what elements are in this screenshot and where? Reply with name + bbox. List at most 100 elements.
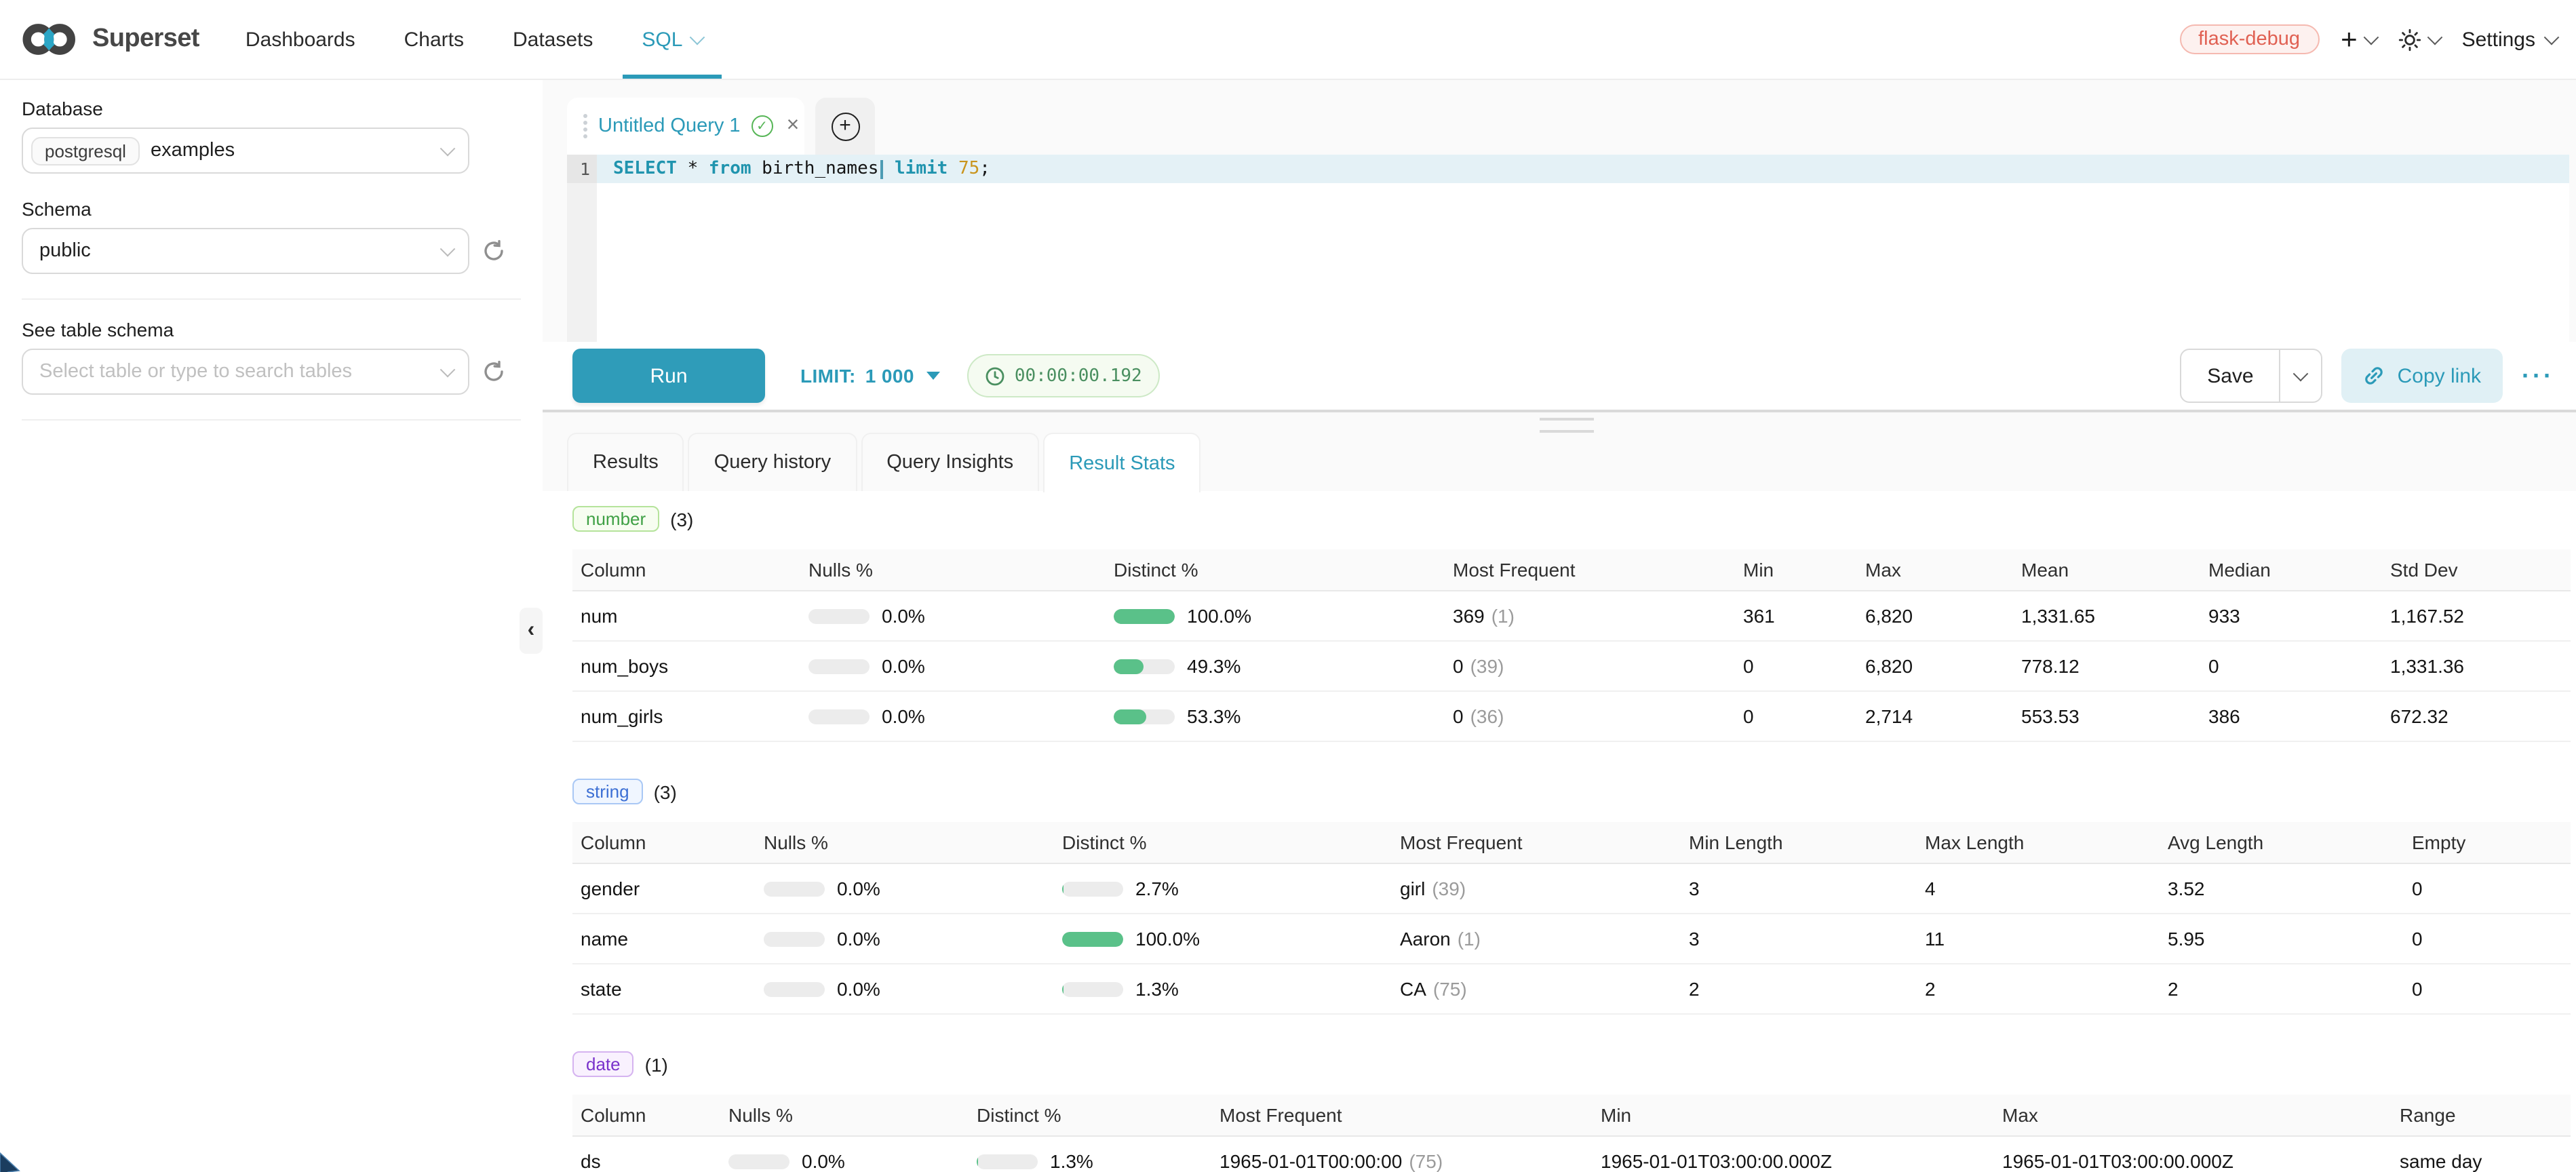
stat-value-cell: 0	[2404, 964, 2571, 1015]
limit-dropdown[interactable]: LIMIT: 1 000	[800, 365, 940, 387]
refresh-schema-icon[interactable]	[482, 239, 506, 263]
stat-value-cell: 1965-01-01T03:00:00.000Z	[1593, 1137, 1994, 1172]
percent-label: 0.0%	[882, 705, 925, 727]
theme-dropdown[interactable]	[2398, 28, 2440, 51]
chevron-down-icon	[690, 30, 705, 45]
table-schema-label: See table schema	[22, 319, 543, 340]
percent-bar-fill	[1062, 881, 1063, 896]
column-header: Max Length	[1917, 822, 2160, 864]
column-header: Min Length	[1681, 822, 1917, 864]
query-success-check-icon: ✓	[752, 115, 773, 137]
tab-query-insights[interactable]: Query Insights	[861, 433, 1039, 491]
most-frequent-value: 369	[1453, 605, 1485, 627]
stat-value-cell: 0	[1735, 642, 1857, 692]
chevron-down-icon	[440, 362, 456, 378]
run-button[interactable]: Run	[572, 349, 765, 403]
percent-bar-cell: 1.3%	[1054, 964, 1392, 1015]
sidebar-divider	[22, 298, 521, 300]
chevron-down-icon	[2427, 30, 2442, 45]
tab-results[interactable]: Results	[567, 433, 684, 491]
collapse-sidebar-button[interactable]: ‹	[520, 608, 543, 654]
percent-label: 0.0%	[837, 928, 880, 950]
percent-bar	[808, 608, 870, 623]
close-tab-icon[interactable]: ×	[787, 114, 800, 138]
percent-bar	[764, 981, 825, 996]
percent-bar	[1062, 931, 1123, 946]
column-name-cell: gender	[572, 864, 756, 914]
more-actions-button[interactable]: ···	[2522, 364, 2554, 388]
chevron-left-icon: ‹	[528, 619, 535, 643]
save-button[interactable]: Save	[2181, 364, 2279, 387]
tab-query-history[interactable]: Query history	[688, 433, 857, 491]
navbar-right: flask-debug + Settings	[2179, 24, 2576, 54]
column-header: Distinct %	[1106, 549, 1445, 591]
new-item-dropdown[interactable]: +	[2341, 25, 2377, 54]
most-frequent-count: (39)	[1470, 655, 1504, 677]
column-header: Distinct %	[1054, 822, 1392, 864]
database-select[interactable]: postgresql examples	[22, 128, 469, 174]
percent-bar	[728, 1154, 789, 1169]
percent-bar	[764, 931, 825, 946]
stat-value-cell: 1965-01-01T03:00:00.000Z	[1994, 1137, 2392, 1172]
most-frequent-value: 1965-01-01T00:00:00	[1219, 1150, 1402, 1172]
most-frequent-cell: 369(1)	[1445, 591, 1735, 642]
most-frequent-cell: CA (75)	[1392, 964, 1681, 1015]
chevron-down-icon	[2293, 366, 2309, 382]
limit-label: LIMIT:	[800, 365, 856, 387]
most-frequent-cell: 0(36)	[1445, 692, 1735, 742]
text-cursor	[880, 159, 882, 178]
column-count: (1)	[645, 1053, 668, 1075]
column-header: Min	[1593, 1095, 1994, 1137]
most-frequent-count: (75)	[1433, 978, 1467, 1000]
add-tab-button[interactable]: +	[831, 112, 859, 140]
link-icon	[2364, 365, 2385, 387]
most-frequent-value: girl	[1400, 878, 1425, 899]
percent-bar-cell: 1.3%	[969, 1137, 1211, 1172]
clock-icon	[985, 366, 1005, 386]
save-options-button[interactable]	[2280, 350, 2322, 402]
percent-label: 100.0%	[1135, 928, 1200, 950]
superset-brand[interactable]: Superset	[0, 20, 213, 58]
percent-bar	[808, 659, 870, 673]
tab-label: Query Insights	[886, 452, 1013, 473]
sql-code-line[interactable]: SELECT * from birth_names limit 75;	[613, 155, 990, 183]
copy-link-button[interactable]: Copy link	[2342, 349, 2503, 403]
sql-token: ;	[979, 159, 990, 179]
database-engine-tag: postgresql	[31, 136, 140, 165]
stats-table-date: ColumnNulls %Distinct %Most FrequentMinM…	[572, 1095, 2571, 1172]
stat-value-cell: 0	[2200, 642, 2382, 692]
schema-select[interactable]: public	[22, 228, 469, 274]
column-header: Most Frequent	[1392, 822, 1681, 864]
panel-resize-divider[interactable]	[543, 410, 2576, 412]
save-split-button[interactable]: Save	[2180, 349, 2322, 403]
settings-menu[interactable]: Settings	[2462, 28, 2557, 51]
nav-item-datasets[interactable]: Datasets	[513, 0, 593, 79]
most-frequent-value: Aaron	[1400, 928, 1451, 950]
percent-label: 1.3%	[1050, 1150, 1093, 1172]
stat-value-cell: 11	[1917, 914, 2160, 964]
stat-value-cell: 933	[2200, 591, 2382, 642]
refresh-tables-icon[interactable]	[482, 359, 506, 384]
query-tab[interactable]: Untitled Query 1 ✓ ×	[567, 98, 804, 155]
drag-handle-icon[interactable]	[583, 114, 587, 138]
table-select[interactable]: Select table or type to search tables	[22, 349, 469, 395]
nav-item-sql[interactable]: SQL	[642, 0, 703, 79]
column-header: Nulls %	[800, 549, 1106, 591]
tab-result-stats[interactable]: Result Stats	[1043, 433, 1201, 492]
resize-grip-icon[interactable]	[1540, 418, 1594, 433]
most-frequent-cell: girl(39)	[1392, 864, 1681, 914]
most-frequent-count: (75)	[1409, 1150, 1443, 1172]
chevron-down-icon	[440, 241, 456, 257]
nav-item-dashboards[interactable]: Dashboards	[246, 0, 355, 79]
percent-label: 53.3%	[1187, 705, 1241, 727]
most-frequent-value: CA	[1400, 978, 1426, 1000]
nav-item-charts[interactable]: Charts	[404, 0, 464, 79]
percent-label: 0.0%	[882, 655, 925, 677]
most-frequent-cell: 0(39)	[1445, 642, 1735, 692]
column-name-cell: name	[572, 914, 756, 964]
stats-table-number: ColumnNulls %Distinct %Most FrequentMinM…	[572, 549, 2571, 742]
sql-token: from	[709, 159, 752, 179]
percent-bar	[977, 1154, 1038, 1169]
sql-editor[interactable]: 1 SELECT * from birth_names limit 75;	[567, 155, 2569, 343]
percent-bar	[1114, 659, 1175, 673]
